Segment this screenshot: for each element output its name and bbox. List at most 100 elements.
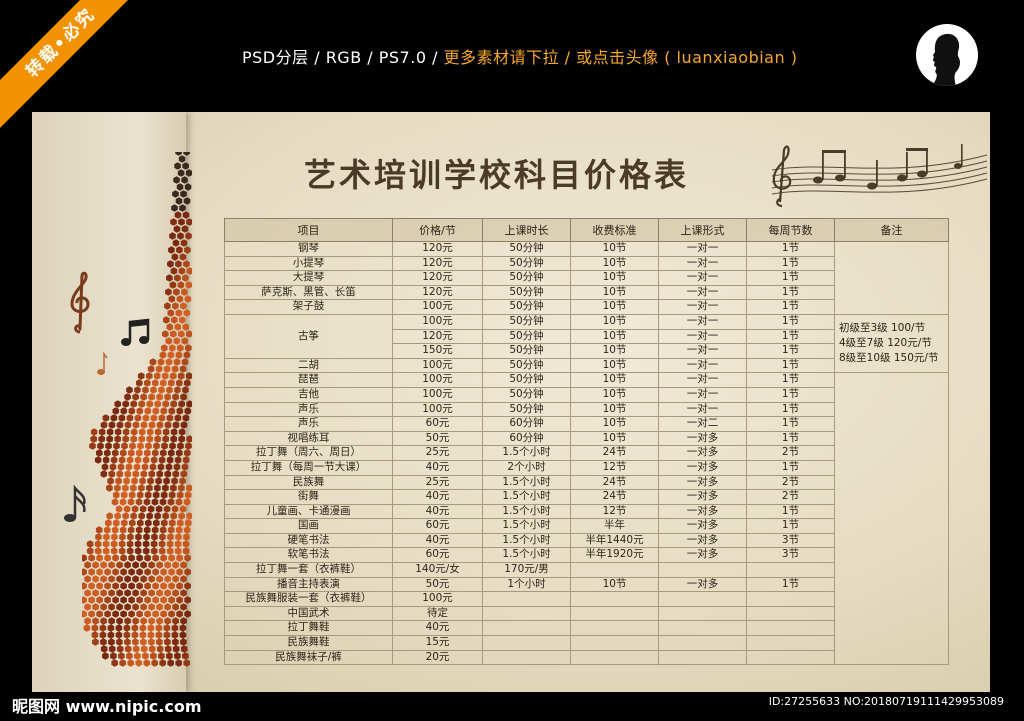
violin-hex-tile [128, 449, 135, 457]
violin-hex-tile [168, 379, 175, 387]
violin-hex-tile [94, 547, 102, 555]
header-item: 项目 [224, 218, 393, 242]
cell-weekly: 1节 [746, 313, 835, 330]
cell-fee: 10节 [570, 284, 659, 301]
violin-hex-tile [136, 491, 144, 499]
violin-hex-tile [120, 407, 128, 415]
violin-hex-tile [116, 617, 123, 625]
violin-hex-tile [144, 554, 151, 562]
cell-duration: 60分钟 [482, 416, 571, 432]
violin-hex-tile [176, 596, 183, 604]
cell-item: 街舞 [224, 489, 393, 505]
violin-hex-tile [182, 386, 189, 394]
violin-hex-tile [123, 631, 131, 639]
violin-hex-tile [146, 512, 153, 520]
violin-hex-tile [177, 281, 185, 289]
violin-hex-tile [100, 561, 107, 569]
violin-hex-tile [94, 456, 102, 464]
cell-price: 40元 [392, 532, 483, 549]
violin-hex-tile [116, 470, 124, 478]
violin-hex-tile [162, 484, 169, 492]
violin-hex-tile [155, 477, 162, 485]
cell-fee [570, 635, 659, 651]
violin-hex-tile [181, 225, 189, 233]
author-avatar[interactable] [916, 24, 978, 86]
cell-fee: 10节 [570, 241, 659, 257]
violin-hex-tile [148, 575, 155, 583]
violin-hex-tile [178, 512, 185, 520]
violin-hex-tile [104, 449, 111, 457]
violin-hex-tile [152, 449, 159, 457]
violin-hex-tile [88, 610, 95, 618]
violin-hex-tile [160, 582, 167, 590]
cell-fee: 10节 [570, 386, 659, 403]
violin-hex-tile [156, 575, 163, 583]
violin-hex-tile [166, 386, 173, 394]
cell-duration [482, 591, 571, 607]
violin-hex-tile [86, 540, 94, 548]
cell-format: 一对一 [658, 372, 747, 388]
violin-hex-tile [175, 659, 182, 667]
violin-hex-tile [107, 624, 115, 632]
violin-hex-tile [171, 204, 178, 212]
violin-hex-tile [177, 169, 185, 177]
cell-fee: 10节 [570, 299, 659, 315]
violin-hex-tile [165, 337, 173, 345]
cell-price: 120元 [392, 255, 483, 272]
violin-hex-tile [134, 652, 141, 660]
violin-hex-tile [184, 246, 191, 254]
cell-weekly: 2节 [746, 474, 835, 491]
violin-hex-tile [108, 638, 115, 646]
violin-hex-tile [139, 631, 147, 639]
violin-hex-tile [112, 610, 119, 618]
violin-hex-tile [168, 582, 175, 590]
violin-hex-tile [178, 218, 185, 226]
violin-hex-tile [92, 589, 99, 597]
violin-hex-tile [171, 316, 178, 324]
violin-hex-tile [153, 442, 160, 450]
violin-hex-tile [166, 652, 173, 660]
violin-hex-tile [176, 407, 184, 415]
violin-hex-tile [182, 540, 190, 548]
cell-price: 40元 [392, 489, 483, 505]
violin-hex-tile [174, 386, 181, 394]
violin-hex-tile [172, 393, 179, 401]
violin-hex-tile [172, 638, 179, 646]
violin-hex-tile [94, 540, 102, 548]
violin-hex-tile [126, 386, 133, 394]
violin-hex-tile [149, 358, 157, 366]
violin-hex-tile [182, 414, 190, 422]
violin-hex-tile [122, 435, 129, 443]
cell-item: 萨克斯、黑管、长笛 [224, 284, 393, 301]
violin-hex-tile [166, 456, 174, 464]
violin-hex-tile [148, 421, 156, 429]
violin-hex-tile [180, 470, 188, 478]
violin-hex-tile [136, 379, 143, 387]
violin-hex-tile [154, 484, 161, 492]
violin-hex-tile [112, 554, 119, 562]
violin-hex-tile [174, 456, 182, 464]
violin-hex-tile [147, 631, 155, 639]
violin-hex-tile [163, 316, 170, 324]
cell-weekly: 1节 [746, 284, 835, 301]
cell-item: 二胡 [224, 357, 393, 374]
violin-hex-tile [180, 190, 187, 198]
cell-price: 100元 [392, 591, 483, 607]
cell-duration: 50分钟 [482, 343, 571, 359]
violin-hex-tile [97, 442, 104, 450]
violin-hex-tile [110, 456, 118, 464]
cell-format: 一对一 [658, 357, 747, 374]
violin-hex-tile [112, 491, 120, 499]
cell-fee [570, 649, 659, 666]
cell-format: 一对一 [658, 270, 747, 286]
violin-hex-tile [176, 554, 183, 562]
violin-hex-tile [154, 435, 161, 443]
violin-hex-tile [170, 435, 177, 443]
cell-weekly: 1节 [746, 270, 835, 286]
site-logo-text[interactable]: 昵图网 www.nipic.com [12, 693, 202, 717]
violin-hex-tile [174, 162, 181, 170]
cell-weekly: 1节 [746, 299, 835, 315]
violin-hex-tile [124, 617, 131, 625]
cell-weekly: 1节 [746, 343, 835, 359]
violin-hex-tile [184, 407, 192, 415]
